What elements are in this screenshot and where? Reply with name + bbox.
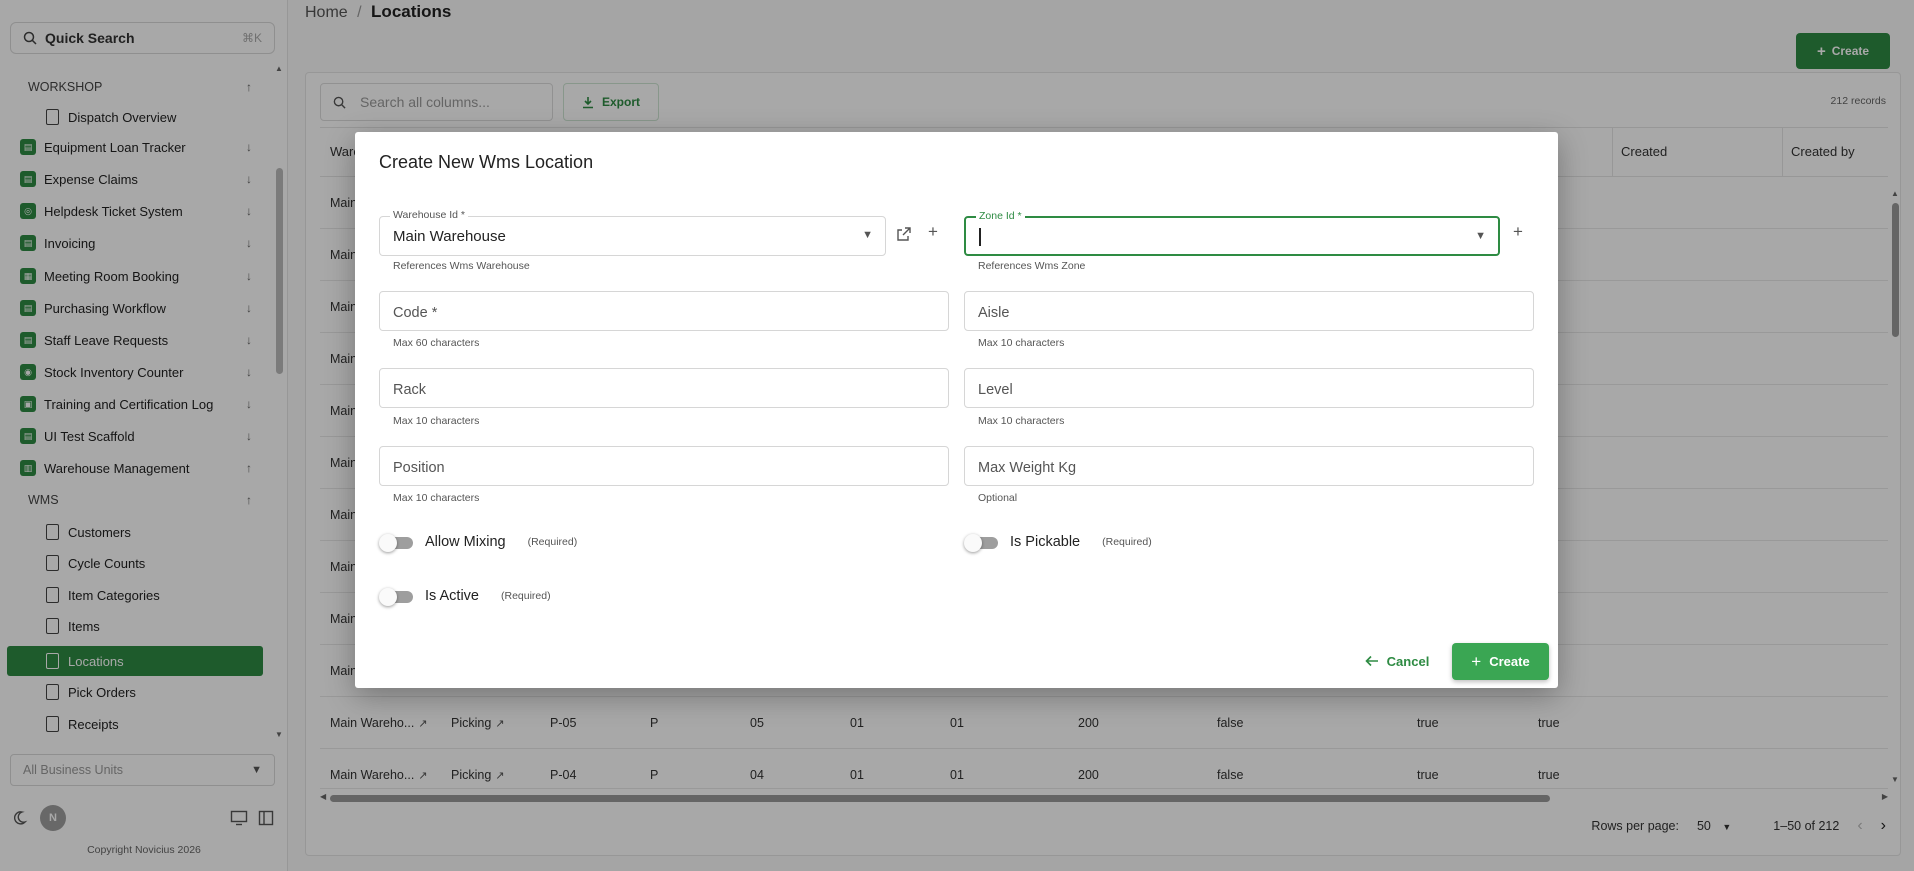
toggle-label: Is Pickable [1010, 534, 1081, 550]
allow-mixing-toggle-row: Allow Mixing (Required) [379, 532, 577, 552]
add-warehouse-icon[interactable]: + [928, 222, 938, 242]
field-helper: Optional [978, 492, 1018, 504]
field-value: Main Warehouse [393, 228, 506, 245]
field-helper: Max 10 characters [978, 337, 1065, 349]
level-input[interactable]: Level [964, 368, 1534, 408]
create-button[interactable]: + Create [1452, 643, 1549, 680]
field-helper: Max 10 characters [978, 415, 1065, 427]
toggle-required: (Required) [527, 536, 578, 548]
zone-id-select[interactable]: Zone Id * ▼ [964, 210, 1500, 256]
is-pickable-toggle[interactable] [964, 534, 998, 552]
toggle-label: Is Active [425, 588, 479, 604]
dialog-title: Create New Wms Location [379, 152, 594, 172]
field-placeholder: Max Weight Kg [978, 460, 1077, 476]
warehouse-id-select[interactable]: Warehouse Id * Main Warehouse ▼ [379, 209, 886, 256]
field-label: Warehouse Id * [390, 209, 468, 221]
allow-mixing-toggle[interactable] [379, 534, 413, 552]
add-zone-icon[interactable]: + [1513, 222, 1523, 242]
code-input[interactable]: Code * [379, 291, 949, 331]
is-pickable-toggle-row: Is Pickable (Required) [964, 532, 1152, 552]
aisle-input[interactable]: Aisle [964, 291, 1534, 331]
field-helper: References Wms Warehouse [393, 260, 530, 272]
is-active-toggle-row: Is Active (Required) [379, 586, 551, 606]
plus-icon: + [1471, 651, 1482, 671]
field-placeholder: Aisle [978, 305, 1010, 321]
field-placeholder: Position [393, 460, 445, 476]
is-active-toggle[interactable] [379, 588, 413, 606]
field-helper: Max 60 characters [393, 337, 480, 349]
field-helper: Max 10 characters [393, 492, 480, 504]
open-external-icon[interactable] [896, 226, 912, 242]
position-input[interactable]: Position [379, 446, 949, 486]
create-label: Create [1489, 654, 1530, 669]
field-helper: Max 10 characters [393, 415, 480, 427]
arrow-left-icon [1365, 655, 1378, 667]
cancel-label: Cancel [1386, 653, 1430, 669]
toggle-label: Allow Mixing [425, 534, 506, 550]
create-location-dialog: Create New Wms Location Warehouse Id * M… [355, 132, 1558, 688]
dropdown-arrow-icon: ▼ [1475, 230, 1486, 242]
max-weight-input[interactable]: Max Weight Kg [964, 446, 1534, 486]
field-helper: References Wms Zone [978, 260, 1086, 272]
cancel-button[interactable]: Cancel [1356, 643, 1438, 679]
toggle-required: (Required) [501, 590, 551, 602]
toggle-required: (Required) [1102, 536, 1152, 548]
field-label: Zone Id * [976, 210, 1025, 222]
field-placeholder: Rack [393, 382, 427, 398]
field-placeholder: Level [978, 382, 1013, 398]
dropdown-arrow-icon: ▼ [862, 229, 873, 241]
text-caret [979, 228, 981, 246]
field-placeholder: Code * [393, 305, 438, 321]
rack-input[interactable]: Rack [379, 368, 949, 408]
